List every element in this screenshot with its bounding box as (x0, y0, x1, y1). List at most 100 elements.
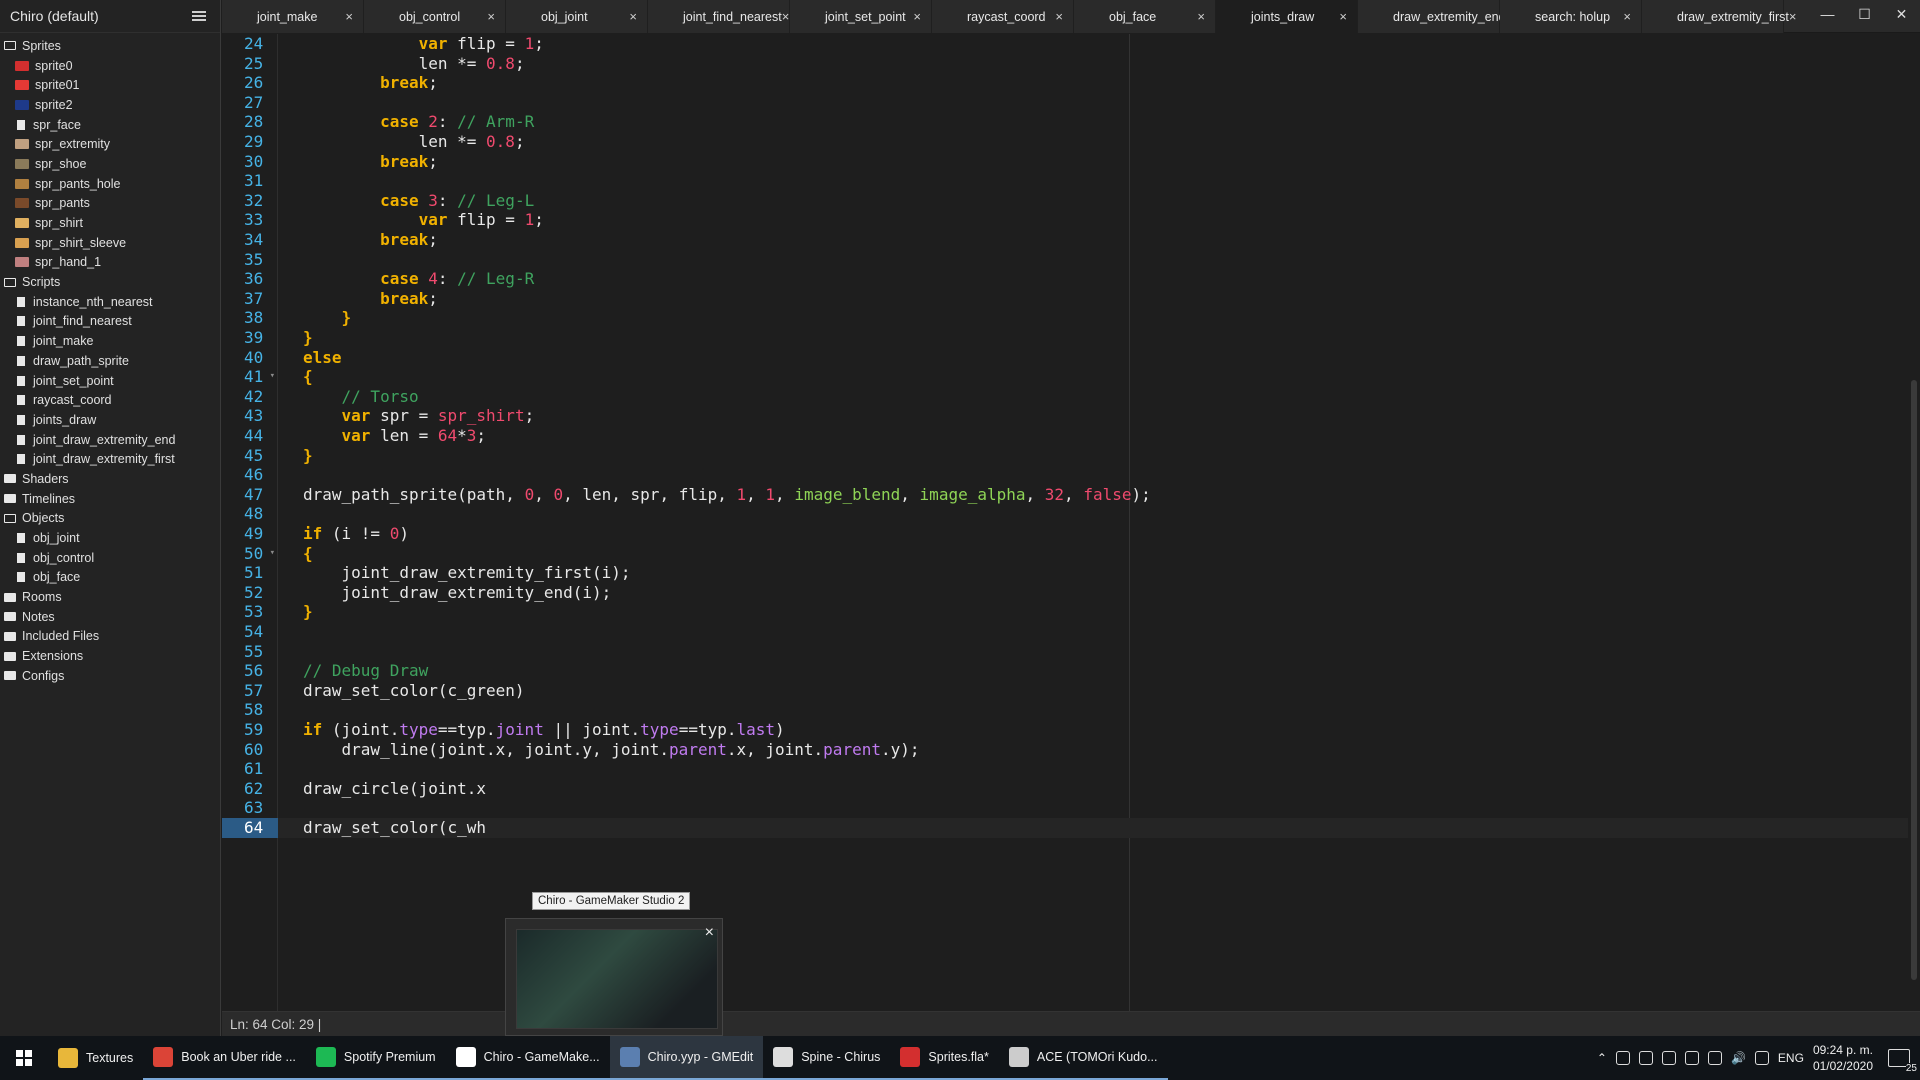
tab-close-icon[interactable]: × (345, 9, 353, 24)
tree-item[interactable]: joint_draw_extremity_end (0, 430, 220, 450)
tree-item[interactable]: obj_control (0, 548, 220, 568)
taskbar-app-button[interactable]: Book an Uber ride ... (143, 1036, 306, 1080)
start-button[interactable] (0, 1036, 48, 1080)
code-line[interactable]: if (joint.type==typ.joint || joint.type=… (278, 720, 1908, 740)
taskbar-app-button[interactable]: Sprites.fla* (890, 1036, 999, 1080)
code-line[interactable]: var flip = 1; (278, 34, 1908, 54)
tree-folder[interactable]: Shaders (0, 469, 220, 489)
code-line[interactable]: } (278, 308, 1908, 328)
code-line[interactable]: break; (278, 289, 1908, 309)
tab-close-icon[interactable]: × (1789, 9, 1797, 24)
code-line[interactable]: joint_draw_extremity_end(i); (278, 583, 1908, 603)
code-line[interactable]: var flip = 1; (278, 210, 1908, 230)
code-line[interactable] (278, 759, 1908, 779)
maximize-button[interactable]: ☐ (1846, 0, 1883, 28)
tree-folder[interactable]: Included Files (0, 627, 220, 647)
cloud-icon[interactable] (1661, 1051, 1676, 1065)
code-line[interactable]: len *= 0.8; (278, 54, 1908, 74)
tab-close-icon[interactable]: × (487, 9, 495, 24)
taskbar-preview-window[interactable]: × (505, 918, 723, 1036)
chevron-up-icon[interactable]: ⌃ (1597, 1051, 1607, 1065)
code-line[interactable]: else (278, 348, 1908, 368)
tree-folder[interactable]: Sprites (0, 36, 220, 56)
code-line[interactable] (278, 700, 1908, 720)
tree-item[interactable]: spr_hand_1 (0, 253, 220, 273)
tree-item[interactable]: spr_shoe (0, 154, 220, 174)
tree-item[interactable]: spr_pants_hole (0, 174, 220, 194)
code-line[interactable]: joint_draw_extremity_first(i); (278, 563, 1908, 583)
code-line[interactable]: case 3: // Leg-L (278, 191, 1908, 211)
tab-close-icon[interactable]: × (1055, 9, 1063, 24)
tab-close-icon[interactable]: × (1623, 9, 1631, 24)
tree-folder[interactable]: Notes (0, 607, 220, 627)
editor-tab[interactable]: obj_joint × (506, 0, 648, 33)
taskbar-app-button[interactable]: Spine - Chirus (763, 1036, 891, 1080)
code-editor[interactable]: 2425262728293031323334353637383940414243… (222, 34, 1908, 1011)
tree-folder[interactable]: Configs (0, 666, 220, 686)
code-line[interactable]: case 2: // Arm-R (278, 112, 1908, 132)
tree-item[interactable]: spr_shirt_sleeve (0, 233, 220, 253)
tree-item[interactable]: spr_pants (0, 194, 220, 214)
wifi-icon[interactable] (1707, 1051, 1722, 1065)
clock[interactable]: 09:24 p. m. 01/02/2020 (1813, 1042, 1873, 1074)
tree-item[interactable]: spr_shirt (0, 213, 220, 233)
volume-icon[interactable]: 🔊 (1731, 1051, 1746, 1065)
editor-tab[interactable]: draw_extremity_end× (1358, 0, 1513, 33)
close-icon[interactable]: × (705, 924, 714, 942)
tree-item[interactable]: sprite0 (0, 56, 220, 76)
tab-close-icon[interactable]: × (1197, 9, 1205, 24)
code-line[interactable]: { (278, 367, 1908, 387)
code-line[interactable] (278, 465, 1908, 485)
tree-item[interactable]: sprite01 (0, 75, 220, 95)
code-line[interactable] (278, 504, 1908, 524)
taskbar-app-button[interactable]: Spotify Premium (305, 1036, 446, 1080)
battery-icon[interactable] (1638, 1051, 1653, 1065)
code-line[interactable]: break; (278, 230, 1908, 250)
network-icon[interactable] (1615, 1051, 1630, 1065)
tree-folder[interactable]: Scripts (0, 272, 220, 292)
code-line[interactable]: draw_set_color(c_green) (278, 681, 1908, 701)
scrollbar-thumb[interactable] (1911, 380, 1917, 980)
code-line[interactable]: var spr = spr_shirt; (278, 406, 1908, 426)
minimize-button[interactable]: — (1809, 0, 1846, 28)
tree-folder[interactable]: Timelines (0, 489, 220, 509)
code-line[interactable]: draw_line(joint.x, joint.y, joint.parent… (278, 740, 1908, 760)
editor-tab[interactable]: joints_draw × (1216, 0, 1358, 33)
preview-thumbnail[interactable] (516, 929, 718, 1029)
code-line[interactable]: } (278, 328, 1908, 348)
code-line[interactable]: { (278, 544, 1908, 564)
code-line[interactable]: draw_path_sprite(path, 0, 0, len, spr, f… (278, 485, 1908, 505)
code-line[interactable]: // Debug Draw (278, 661, 1908, 681)
editor-tab[interactable]: joint_set_point × (790, 0, 932, 33)
editor-tab[interactable]: search: holup × (1500, 0, 1642, 33)
tree-item[interactable]: draw_path_sprite (0, 351, 220, 371)
code-line[interactable]: draw_circle(joint.x (278, 779, 1908, 799)
editor-tab[interactable]: joint_make × (222, 0, 364, 33)
editor-tab[interactable]: obj_face × (1074, 0, 1216, 33)
code-line[interactable]: case 4: // Leg-R (278, 269, 1908, 289)
tree-item[interactable]: obj_joint (0, 528, 220, 548)
tree-item[interactable]: obj_face (0, 568, 220, 588)
taskbar-app-button[interactable]: ACE (TOMOri Kudo... (998, 1036, 1168, 1080)
close-window-button[interactable]: ✕ (1883, 0, 1920, 28)
code-line[interactable]: if (i != 0) (278, 524, 1908, 544)
menu-icon[interactable] (192, 11, 206, 21)
tree-item[interactable]: joint_make (0, 331, 220, 351)
code-line[interactable] (278, 798, 1908, 818)
tree-folder[interactable]: Objects (0, 509, 220, 529)
code-line[interactable]: } (278, 446, 1908, 466)
notifications-icon[interactable]: 25 (1888, 1049, 1917, 1074)
tree-item[interactable]: joints_draw (0, 410, 220, 430)
tree-item[interactable]: joint_find_nearest (0, 312, 220, 332)
taskbar-app-button[interactable]: Chiro - GameMake... (445, 1036, 610, 1080)
code-line[interactable]: } (278, 602, 1908, 622)
code-line[interactable] (278, 642, 1908, 662)
tree-item[interactable]: sprite2 (0, 95, 220, 115)
code-line[interactable] (278, 93, 1908, 113)
tree-item[interactable]: joint_draw_extremity_first (0, 449, 220, 469)
editor-tab[interactable]: obj_control × (364, 0, 506, 33)
editor-tab[interactable]: joint_find_nearest × (648, 0, 790, 33)
tab-close-icon[interactable]: × (1339, 9, 1347, 24)
code-line[interactable]: // Torso (278, 387, 1908, 407)
code-line[interactable]: break; (278, 73, 1908, 93)
